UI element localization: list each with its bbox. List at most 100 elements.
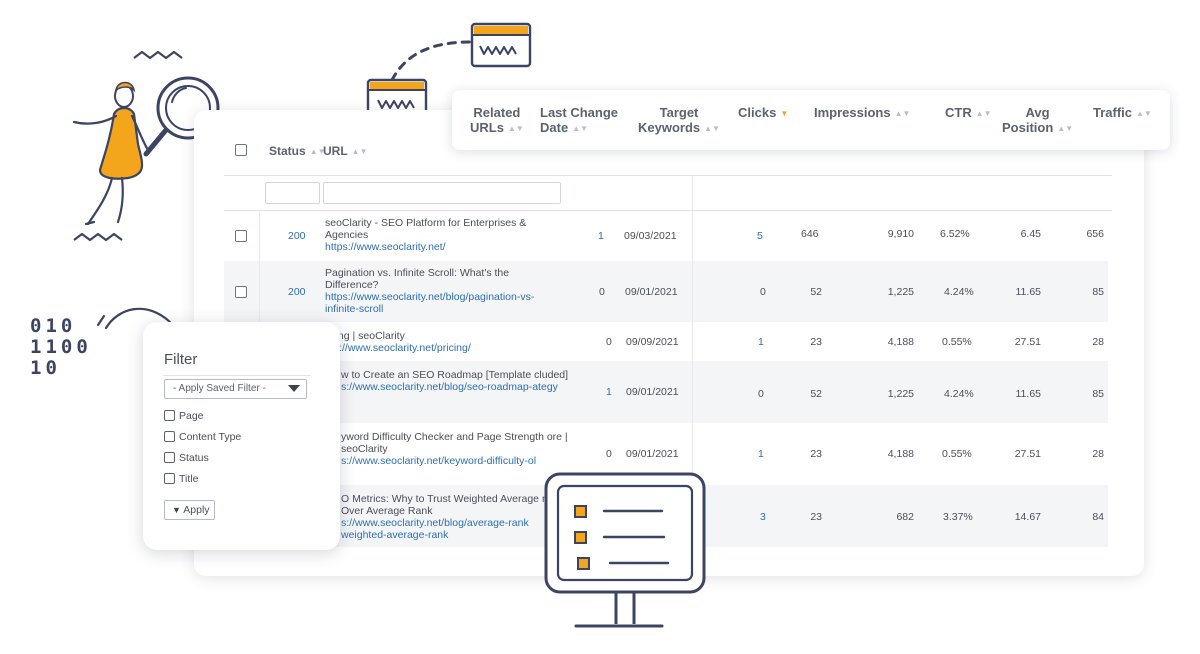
column-header-avg-position[interactable]: Avg Position ▲▼ bbox=[1002, 105, 1073, 136]
avg-position-value: 14.67 bbox=[1014, 511, 1041, 523]
page-title: icing | seoClarity bbox=[328, 330, 405, 342]
binary-line-2: 1100 bbox=[30, 336, 92, 358]
saved-filter-select[interactable]: - Apply Saved Filter - bbox=[164, 379, 307, 399]
traffic-value: 28 bbox=[1092, 448, 1104, 460]
page-url-link[interactable]: https://www.seoclarity.net/ bbox=[325, 241, 557, 253]
header-divider bbox=[224, 175, 1112, 176]
column-header-related-urls[interactable]: Related URLs ▲▼ bbox=[470, 105, 524, 136]
clicks-value[interactable]: 5 bbox=[757, 230, 763, 242]
column-header-target-keywords[interactable]: Target Keywords ▲▼ bbox=[638, 105, 720, 136]
avg-position-value: 27.51 bbox=[1014, 448, 1041, 460]
impressions-value: 23 bbox=[810, 511, 822, 523]
apply-label: Apply bbox=[183, 504, 210, 516]
filter-option-title[interactable]: Title bbox=[164, 473, 198, 485]
table-row: w to Create an SEO Roadmap [Template clu… bbox=[224, 361, 1108, 423]
impressions-value: 23 bbox=[810, 448, 822, 460]
url-cell: Pagination vs. Infinite Scroll: What's t… bbox=[325, 267, 557, 315]
related-urls-count[interactable]: 1 bbox=[606, 386, 612, 398]
row-checkbox[interactable] bbox=[235, 230, 247, 242]
row-checkbox[interactable] bbox=[235, 286, 247, 298]
funnel-icon: ▼ bbox=[172, 505, 181, 515]
clicks-value[interactable]: 1 bbox=[758, 448, 764, 460]
traffic-value: 85 bbox=[1092, 286, 1104, 298]
header-label: URLs bbox=[470, 120, 504, 135]
column-header-traffic[interactable]: Traffic ▲▼ bbox=[1093, 105, 1152, 121]
apply-filter-button[interactable]: ▼ Apply bbox=[164, 500, 215, 520]
filter-panel: Filter - Apply Saved Filter - Page Conte… bbox=[143, 322, 340, 550]
related-urls-count: 0 bbox=[606, 336, 612, 348]
column-header-ctr[interactable]: CTR ▲▼ bbox=[945, 105, 992, 121]
checkbox[interactable] bbox=[164, 431, 175, 442]
related-urls-count[interactable]: 1 bbox=[598, 230, 604, 242]
clicks-value[interactable]: 1 bbox=[758, 336, 764, 348]
column-header-url[interactable]: URL ▲▼ bbox=[323, 144, 368, 159]
header-label: Impressions bbox=[814, 105, 891, 120]
url-header-label: URL bbox=[323, 144, 348, 158]
filter-option-content-type[interactable]: Content Type bbox=[164, 431, 241, 443]
option-label: Page bbox=[179, 410, 204, 422]
clicks-value[interactable]: 3 bbox=[760, 511, 766, 523]
ctr-value: 3.37% bbox=[943, 511, 973, 523]
sort-icon: ▲▼ bbox=[1136, 109, 1152, 119]
ctr-base-value: 1,225 bbox=[887, 388, 914, 400]
binary-digits: 010 1100 10 bbox=[30, 316, 92, 379]
ctr-value: 6.52% bbox=[940, 228, 970, 240]
sort-icon: ▲▼ bbox=[351, 147, 368, 157]
column-header-clicks[interactable]: Clicks ▼ bbox=[738, 105, 788, 121]
last-change-date: 09/01/2021 bbox=[626, 448, 679, 460]
page-url-link[interactable]: s://www.seoclarity.net/blog/seo-roadmap-… bbox=[341, 381, 573, 393]
column-header-status[interactable]: Status ▲▼ bbox=[269, 144, 326, 159]
sort-icon: ▲▼ bbox=[894, 109, 911, 119]
browser-window-icon-2 bbox=[470, 22, 532, 68]
avg-position-value: 11.65 bbox=[1015, 286, 1042, 298]
clicks-value: 0 bbox=[760, 286, 766, 298]
ctr-base-value: 9,910 bbox=[887, 228, 914, 240]
ctr-base-value: 4,188 bbox=[887, 448, 914, 460]
column-header-impressions[interactable]: Impressions ▲▼ bbox=[814, 105, 910, 121]
table-row: 200 seoClarity - SEO Platform for Enterp… bbox=[224, 211, 1108, 261]
status-header-label: Status bbox=[269, 144, 306, 158]
traffic-value: 84 bbox=[1092, 511, 1104, 523]
binary-line-1: 010 bbox=[30, 315, 77, 337]
select-all-checkbox[interactable] bbox=[235, 144, 247, 156]
related-urls-count: 0 bbox=[606, 448, 612, 460]
page-url-link[interactable]: https://www.seoclarity.net/blog/paginati… bbox=[325, 291, 557, 315]
avg-position-value: 27.51 bbox=[1014, 336, 1041, 348]
checkbox[interactable] bbox=[164, 410, 175, 421]
ctr-value: 4.24% bbox=[944, 388, 974, 400]
filter-divider bbox=[163, 375, 311, 376]
filter-title: Filter bbox=[164, 351, 198, 368]
page-url-link[interactable]: ps://www.seoclarity.net/pricing/ bbox=[328, 342, 560, 354]
saved-filter-placeholder: - Apply Saved Filter - bbox=[173, 383, 266, 394]
header-label: Clicks bbox=[738, 105, 777, 120]
option-label: Content Type bbox=[179, 431, 242, 443]
checkbox[interactable] bbox=[164, 473, 175, 484]
traffic-value: 85 bbox=[1092, 388, 1104, 400]
filter-option-page[interactable]: Page bbox=[164, 410, 204, 422]
page-title: seoClarity - SEO Platform for Enterprise… bbox=[325, 217, 527, 241]
ctr-base-value: 682 bbox=[896, 511, 914, 523]
last-change-date: 09/01/2021 bbox=[625, 286, 678, 298]
url-filter-input[interactable] bbox=[323, 182, 561, 204]
status-code[interactable]: 200 bbox=[288, 286, 306, 298]
avg-position-value: 11.65 bbox=[1015, 388, 1042, 400]
header-label: Last Change bbox=[540, 105, 619, 120]
impressions-value: 23 bbox=[810, 336, 822, 348]
status-filter-input[interactable] bbox=[265, 182, 320, 204]
ctr-base-value: 4,188 bbox=[887, 336, 914, 348]
page-title: yword Difficulty Checker and Page Streng… bbox=[341, 431, 568, 455]
ctr-value: 0.55% bbox=[942, 448, 972, 460]
url-cell: w to Create an SEO Roadmap [Template clu… bbox=[341, 369, 573, 393]
option-label: Status bbox=[179, 452, 209, 464]
filter-option-status[interactable]: Status bbox=[164, 452, 209, 464]
sort-icon: ▲▼ bbox=[975, 109, 992, 119]
checkbox[interactable] bbox=[164, 452, 175, 463]
ctr-base-value: 1,225 bbox=[887, 286, 914, 298]
checklist-bullet-icon bbox=[574, 505, 587, 518]
status-code[interactable]: 200 bbox=[288, 230, 306, 242]
header-label: Avg bbox=[1025, 105, 1050, 120]
impressions-value: 52 bbox=[810, 388, 822, 400]
dashed-arc-top bbox=[390, 40, 472, 82]
sort-icon: ▲▼ bbox=[507, 124, 524, 134]
column-header-last-change-date[interactable]: Last Change Date ▲▼ bbox=[540, 105, 618, 136]
